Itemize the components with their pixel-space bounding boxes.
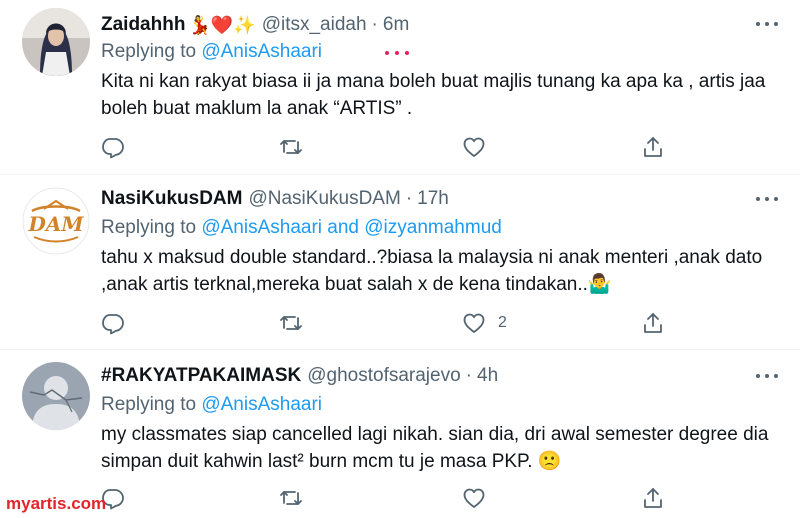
separator-dot: · xyxy=(465,365,472,386)
tweet-header: #RAKYATPAKAIMASK @ghostofsarajevo · 4h xyxy=(101,361,498,391)
like-icon xyxy=(463,488,485,508)
more-icon[interactable] xyxy=(756,189,778,209)
timestamp[interactable]: 17h xyxy=(417,188,449,210)
retweet-icon xyxy=(280,316,302,330)
replying-prefix: Replying to xyxy=(101,217,197,238)
tweet[interactable]: DAM NasiKukusDAM @NasiKukusDAM · 17h Rep… xyxy=(0,175,800,350)
tweet-text: my classmates siap cancelled lagi nikah.… xyxy=(101,424,769,472)
replying-prefix: Replying to xyxy=(101,41,197,62)
share-icon xyxy=(644,313,662,333)
user-handle[interactable]: @NasiKukusDAM xyxy=(248,188,400,210)
share-icon xyxy=(644,137,662,157)
replying-to: Replying to @AnisAshaari xyxy=(101,394,322,416)
user-handle[interactable]: @ghostofsarajevo xyxy=(307,365,460,387)
replying-to: Replying to @AnisAshaari xyxy=(101,41,322,63)
tweet-header: Zaidahhh 💃❤️✨ @itsx_aidah · 6m xyxy=(101,10,409,40)
like-count: 2 xyxy=(498,314,507,331)
share-button[interactable] xyxy=(641,308,665,338)
avatar[interactable] xyxy=(22,362,90,430)
replying-prefix: Replying to xyxy=(101,394,197,415)
retweet-button[interactable] xyxy=(279,483,303,513)
timestamp[interactable]: 4h xyxy=(477,365,498,387)
avatar[interactable]: DAM xyxy=(22,187,90,255)
tweet-text: Kita ni kan rakyat biasa ii ja mana bole… xyxy=(101,71,766,119)
like-button[interactable] xyxy=(462,132,498,162)
replying-to: Replying to @AnisAshaari and @izyanmahmu… xyxy=(101,217,502,239)
like-icon xyxy=(463,137,485,157)
action-bar xyxy=(101,132,671,162)
like-button[interactable]: 2 xyxy=(462,308,507,338)
action-bar: 2 xyxy=(101,308,671,338)
watermark: myartis.com xyxy=(6,494,107,513)
name-emoji: 💃❤️✨ xyxy=(188,14,256,35)
more-icon[interactable] xyxy=(756,14,778,34)
mention-link[interactable]: @AnisAshaari and @izyanmahmud xyxy=(201,217,502,238)
separator-dot: · xyxy=(371,14,378,35)
reply-icon xyxy=(102,314,124,335)
reply-icon xyxy=(102,138,124,159)
display-name[interactable]: Zaidahhh xyxy=(101,14,185,36)
avatar[interactable] xyxy=(22,8,90,76)
retweet-icon xyxy=(280,491,302,505)
tweet-header: NasiKukusDAM @NasiKukusDAM · 17h xyxy=(101,184,449,214)
like-icon xyxy=(463,313,485,333)
user-handle[interactable]: @itsx_aidah xyxy=(262,14,367,36)
like-button[interactable] xyxy=(462,483,498,513)
mention-link[interactable]: @AnisAshaari xyxy=(201,41,322,62)
mention-link[interactable]: @AnisAshaari xyxy=(201,394,322,415)
reply-button[interactable] xyxy=(101,132,125,162)
retweet-button[interactable] xyxy=(279,132,303,162)
tweet[interactable]: #RAKYATPAKAIMASK @ghostofsarajevo · 4h R… xyxy=(0,350,800,518)
timestamp[interactable]: 6m xyxy=(383,14,409,36)
action-bar xyxy=(101,483,671,513)
reply-button[interactable] xyxy=(101,308,125,338)
display-name[interactable]: NasiKukusDAM xyxy=(101,188,242,210)
annotation-dots xyxy=(385,51,409,55)
tweet-text: tahu x maksud double standard..?biasa la… xyxy=(101,247,763,295)
share-icon xyxy=(644,488,662,508)
retweet-button[interactable] xyxy=(279,308,303,338)
separator-dot: · xyxy=(405,188,413,209)
more-icon[interactable] xyxy=(756,366,778,386)
display-name[interactable]: #RAKYATPAKAIMASK xyxy=(101,365,301,387)
retweet-icon xyxy=(280,140,302,154)
share-button[interactable] xyxy=(641,132,665,162)
tweet[interactable]: Zaidahhh 💃❤️✨ @itsx_aidah · 6m Replying … xyxy=(0,0,800,175)
share-button[interactable] xyxy=(641,483,665,513)
svg-text:DAM: DAM xyxy=(28,212,85,236)
